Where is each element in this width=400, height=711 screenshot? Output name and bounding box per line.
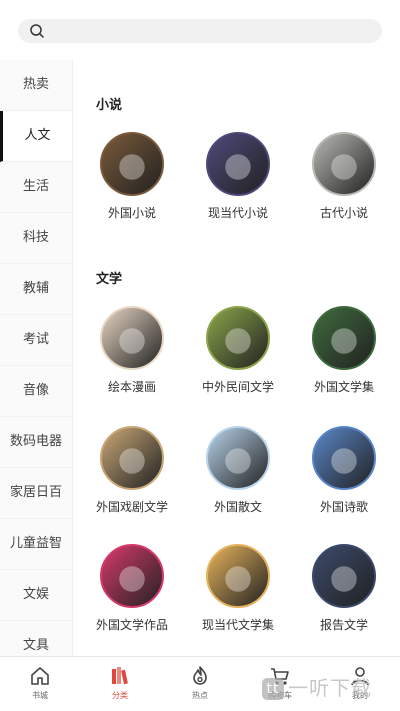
sidebar-item-entertainment[interactable]: 文娱 [0,570,72,621]
category-tile[interactable]: 外国诗歌 [294,426,394,515]
tab-label: 热点 [192,691,208,700]
tab-category[interactable]: 分类 [80,657,160,711]
sidebar-item-stationery[interactable]: 文具 [0,621,72,656]
sidebar-item-digital[interactable]: 数码电器 [0,417,72,468]
tile-label: 现当代小说 [207,206,268,220]
sidebar-item-exam[interactable]: 考试 [0,315,72,366]
book-cover-image [100,132,164,196]
search-icon [30,24,44,38]
category-sidebar: 热卖 人文 生活 科技 教辅 考试 音像 数码电器 家居日百 儿童益智 文娱 文… [0,60,73,656]
category-tile[interactable]: 外国文学集 [294,306,394,395]
book-cover-image [206,306,270,370]
tab-label: 书城 [32,691,48,700]
book-cover-image [312,544,376,608]
book-cover-image [206,132,270,196]
tile-label: 古代小说 [319,206,368,220]
tile-label: 中外民间文学 [201,380,274,394]
section-title-literature: 文学 [96,272,123,287]
flame-icon [193,666,207,685]
tile-label: 外国文学集 [313,380,374,394]
category-tile[interactable]: 外国散文 [188,426,288,515]
search-header [0,0,400,60]
category-tile[interactable]: 现当代文学集 [188,544,288,633]
sidebar-item-life[interactable]: 生活 [0,162,72,213]
sidebar-item-home[interactable]: 家居日百 [0,468,72,519]
watermark-badge: tt [262,678,284,700]
watermark-text: 一听下载 [288,676,372,700]
tile-label: 外国小说 [107,206,156,220]
category-tile[interactable]: 中外民间文学 [188,306,288,395]
section-title-novel: 小说 [96,98,123,113]
category-tile[interactable]: 古代小说 [294,132,394,221]
category-tile[interactable]: 绘本漫画 [82,306,182,395]
book-cover-image [100,544,164,608]
book-cover-image [206,544,270,608]
tile-label: 绘本漫画 [107,380,156,394]
category-tile[interactable]: 现当代小说 [188,132,288,221]
sidebar-item-tech[interactable]: 科技 [0,213,72,264]
category-tile[interactable]: 报告文学 [294,544,394,633]
sidebar-item-kids[interactable]: 儿童益智 [0,519,72,570]
book-cover-image [312,426,376,490]
book-cover-image [312,132,376,196]
category-tile[interactable]: 外国文学作品 [82,544,182,633]
category-tile[interactable]: 外国小说 [82,132,182,221]
category-tile[interactable]: 外国戏剧文学 [82,426,182,515]
search-input[interactable] [18,19,382,43]
category-content: 小说 外国小说 现当代小说 古代小说 文学 绘本漫画 中外民间文学 外国文学集 … [72,60,400,656]
tab-bookstore[interactable]: 书城 [0,657,80,711]
sidebar-item-audio-video[interactable]: 音像 [0,366,72,417]
home-icon [31,667,49,685]
book-cover-image [100,426,164,490]
watermark: tt 一听下载 [262,672,372,701]
sidebar-item-humanities[interactable]: 人文 [0,111,72,162]
tab-label: 分类 [112,691,128,700]
book-cover-image [312,306,376,370]
sidebar-item-hot[interactable]: 热卖 [0,60,72,111]
tile-label: 外国戏剧文学 [95,500,168,514]
tile-label: 外国诗歌 [319,500,368,514]
books-icon [112,667,128,685]
sidebar-item-tutoring[interactable]: 教辅 [0,264,72,315]
tile-label: 外国散文 [213,500,262,514]
tile-label: 报告文学 [319,618,368,632]
tile-label: 现当代文学集 [201,618,274,632]
tab-hot[interactable]: 热点 [160,657,240,711]
book-cover-image [206,426,270,490]
book-cover-image [100,306,164,370]
tile-label: 外国文学作品 [95,618,168,632]
